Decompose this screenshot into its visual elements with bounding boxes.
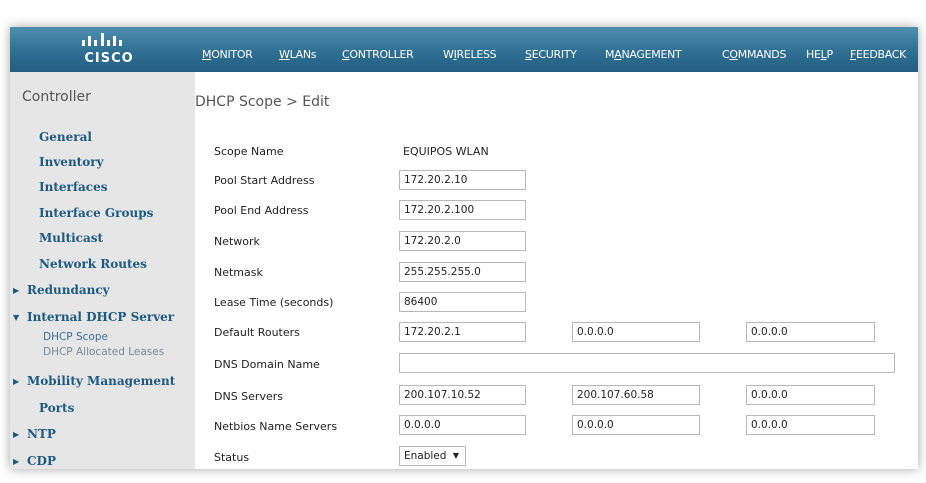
expand-arrow-icon[interactable]: ▶ bbox=[13, 376, 27, 386]
network-input[interactable]: 172.20.2.0 bbox=[399, 231, 526, 251]
menu-monitor[interactable]: MONITOR bbox=[202, 48, 253, 61]
pool-start-label: Pool Start Address bbox=[214, 174, 315, 187]
expand-arrow-icon[interactable]: ▶ bbox=[13, 429, 27, 439]
lease-time-input[interactable]: 86400 bbox=[399, 292, 526, 312]
sidebar-item-general[interactable]: General bbox=[39, 130, 92, 144]
netmask-input[interactable]: 255.255.255.0 bbox=[399, 262, 526, 282]
default-router-3-input[interactable]: 0.0.0.0 bbox=[746, 322, 875, 342]
default-router-2-input[interactable]: 0.0.0.0 bbox=[572, 322, 700, 342]
page-title: DHCP Scope > Edit bbox=[195, 94, 330, 110]
sidebar-item-label: CDP bbox=[27, 454, 56, 468]
sidebar-item-interface-groups[interactable]: Interface Groups bbox=[39, 206, 153, 220]
sidebar-title: Controller bbox=[22, 89, 91, 105]
sidebar-item-label: Internal DHCP Server bbox=[27, 310, 175, 324]
menu-help[interactable]: HELP bbox=[806, 48, 833, 61]
status-label: Status bbox=[214, 451, 250, 464]
dns-domain-label: DNS Domain Name bbox=[214, 358, 320, 371]
pool-end-input[interactable]: 172.20.2.100 bbox=[399, 200, 526, 220]
sidebar-subitem-dhcp-scope[interactable]: DHCP Scope bbox=[43, 331, 108, 343]
menu-wlans[interactable]: WLANs bbox=[279, 48, 317, 61]
pool-start-input[interactable]: 172.20.2.10 bbox=[399, 170, 526, 190]
sidebar-item-cdp[interactable]: ▶ CDP bbox=[13, 454, 56, 468]
expand-arrow-icon[interactable]: ▶ bbox=[13, 285, 27, 295]
scope-name-label: Scope Name bbox=[214, 145, 284, 158]
scope-name-value: EQUIPOS WLAN bbox=[403, 145, 489, 158]
pool-end-label: Pool End Address bbox=[214, 204, 309, 217]
netbios-label: Netbios Name Servers bbox=[214, 420, 338, 433]
dns-server-2-input[interactable]: 200.107.60.58 bbox=[572, 385, 700, 405]
menu-feedback[interactable]: FEEDBACK bbox=[850, 48, 906, 61]
caret-down-icon: ▼ bbox=[452, 451, 459, 460]
default-router-1-input[interactable]: 172.20.2.1 bbox=[399, 322, 526, 342]
menu-security[interactable]: SECURITY bbox=[525, 48, 577, 61]
collapse-arrow-icon[interactable]: ▼ bbox=[13, 312, 27, 322]
expand-arrow-icon[interactable]: ▶ bbox=[13, 456, 27, 466]
sidebar-subitem-dhcp-allocated-leases[interactable]: DHCP Allocated Leases bbox=[43, 346, 164, 358]
sidebar-item-interfaces[interactable]: Interfaces bbox=[39, 180, 107, 194]
sidebar-item-ports[interactable]: Ports bbox=[39, 401, 74, 415]
dns-server-3-input[interactable]: 0.0.0.0 bbox=[746, 385, 875, 405]
default-routers-label: Default Routers bbox=[214, 326, 300, 339]
sidebar-item-network-routes[interactable]: Network Routes bbox=[39, 257, 147, 271]
sidebar-item-label: Redundancy bbox=[27, 283, 110, 297]
network-label: Network bbox=[214, 235, 260, 248]
sidebar-item-mobility-management[interactable]: ▶ Mobility Management bbox=[13, 374, 175, 388]
netbios-server-2-input[interactable]: 0.0.0.0 bbox=[572, 415, 700, 435]
sidebar-item-inventory[interactable]: Inventory bbox=[39, 155, 104, 169]
menu-commands[interactable]: COMMANDS bbox=[722, 48, 786, 61]
menu-management[interactable]: MANAGEMENT bbox=[605, 48, 682, 61]
status-select-value: Enabled bbox=[404, 450, 447, 462]
sidebar-item-multicast[interactable]: Multicast bbox=[39, 231, 103, 245]
netbios-server-1-input[interactable]: 0.0.0.0 bbox=[399, 415, 526, 435]
dns-server-1-input[interactable]: 200.107.10.52 bbox=[399, 385, 526, 405]
sidebar-item-ntp[interactable]: ▶ NTP bbox=[13, 427, 56, 441]
menu-wireless[interactable]: WIRELESS bbox=[443, 48, 497, 61]
sidebar: Controller bbox=[10, 27, 195, 469]
dns-servers-label: DNS Servers bbox=[214, 390, 283, 403]
netmask-label: Netmask bbox=[214, 266, 263, 279]
menu-controller[interactable]: CONTROLLER bbox=[342, 48, 414, 61]
netbios-server-3-input[interactable]: 0.0.0.0 bbox=[746, 415, 875, 435]
sidebar-item-label: NTP bbox=[27, 427, 56, 441]
sidebar-item-label: Mobility Management bbox=[27, 374, 176, 388]
dns-domain-input[interactable] bbox=[399, 353, 895, 373]
lease-time-label: Lease Time (seconds) bbox=[214, 296, 334, 309]
status-select[interactable]: Enabled ▼ bbox=[399, 446, 466, 466]
sidebar-item-internal-dhcp-server[interactable]: ▼ Internal DHCP Server bbox=[13, 310, 174, 324]
sidebar-item-redundancy[interactable]: ▶ Redundancy bbox=[13, 283, 110, 297]
